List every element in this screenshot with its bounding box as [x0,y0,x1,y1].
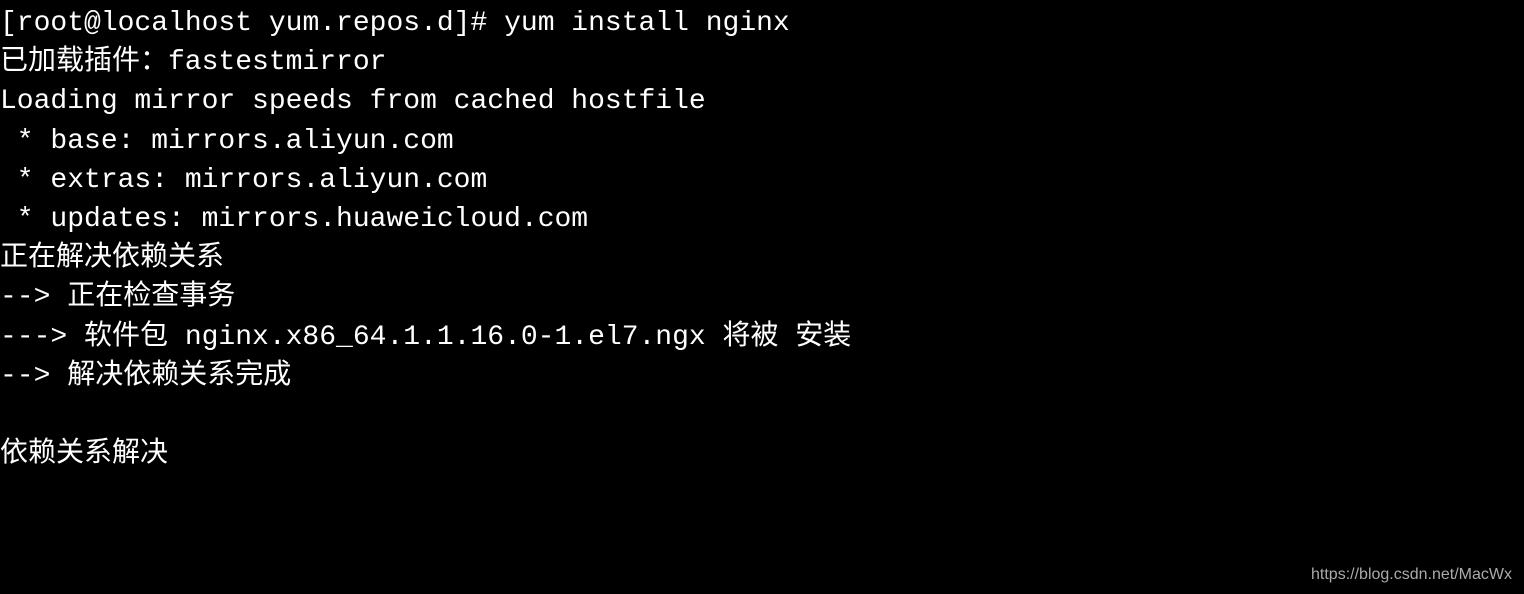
watermark-text: https://blog.csdn.net/MacWx [1311,564,1512,586]
terminal-line-prompt: [root@localhost yum.repos.d]# yum instal… [0,4,1524,43]
terminal-line: 已加载插件：fastestmirror [0,43,1524,82]
terminal-line: 依赖关系解决 [0,435,1524,474]
terminal-line: --> 正在检查事务 [0,278,1524,317]
terminal-line: * extras: mirrors.aliyun.com [0,161,1524,200]
terminal-line: * base: mirrors.aliyun.com [0,122,1524,161]
terminal-output[interactable]: [root@localhost yum.repos.d]# yum instal… [0,4,1524,474]
terminal-line: 正在解决依赖关系 [0,239,1524,278]
terminal-line: --> 解决依赖关系完成 [0,357,1524,396]
terminal-line: ---> 软件包 nginx.x86_64.1.1.16.0-1.el7.ngx… [0,318,1524,357]
terminal-line: * updates: mirrors.huaweicloud.com [0,200,1524,239]
terminal-blank-line [0,396,1524,435]
terminal-line: Loading mirror speeds from cached hostfi… [0,82,1524,121]
